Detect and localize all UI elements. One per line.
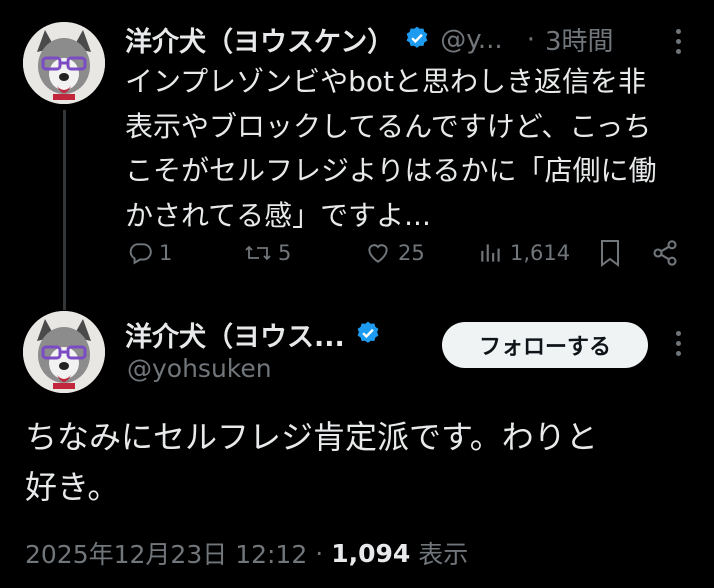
repost-count: 5 — [278, 241, 292, 265]
text-line: インプレゾンビやbotと思わしき返信を非 — [125, 65, 647, 98]
reply-action[interactable]: 1 — [127, 240, 172, 266]
text-line: 表示やブロックしてるんですけど、こっち — [125, 109, 652, 143]
verified-badge-icon — [355, 320, 381, 350]
avatar[interactable] — [23, 311, 105, 393]
repost-action[interactable]: 5 — [244, 240, 291, 266]
heart-icon — [368, 244, 388, 263]
display-name[interactable]: 洋介犬（ヨウスケン） — [125, 20, 394, 59]
view-count: 1,094 — [331, 538, 411, 568]
reply-header: 洋介犬（ヨウスケン） @y... · 3時間 — [125, 20, 614, 59]
reply-tweet-text: インプレゾンビやbotと思わしき返信を非 表示やブロックしてるんですけど、こっち… — [125, 60, 705, 238]
views-chart-icon — [481, 244, 500, 262]
text-line: ちなみにセルフレジ肯定派です。わりと — [25, 418, 598, 456]
reply-icon — [129, 243, 152, 265]
dog-avatar-icon — [23, 311, 105, 393]
more-options-icon[interactable] — [676, 29, 681, 54]
post-timestamp[interactable]: 2025年12月23日 12:12 — [25, 535, 307, 571]
like-count: 25 — [398, 241, 425, 265]
text-line: こそがセルフレジよりはるかに「店側に働 — [125, 154, 657, 187]
views-action[interactable]: 1,614 — [478, 240, 570, 266]
thread-line — [63, 110, 66, 310]
repost-icon — [245, 245, 271, 261]
view-label: 表示 — [418, 540, 469, 569]
share-icon[interactable] — [651, 239, 679, 271]
separator-dot: · — [526, 24, 535, 55]
more-options-icon[interactable] — [676, 331, 681, 356]
reply-count: 1 — [159, 241, 173, 265]
like-action[interactable]: 25 — [364, 240, 425, 266]
follow-button[interactable]: フォローする — [442, 322, 648, 368]
separator-dot: · — [315, 538, 324, 568]
text-line: かされてる感」ですよ... — [125, 198, 431, 232]
text-line: 好き。 — [25, 468, 120, 506]
dog-avatar-icon — [23, 22, 105, 104]
main-header: 洋介犬（ヨウス... — [125, 315, 381, 354]
main-tweet-text: ちなみにセルフレジ肯定派です。わりと 好き。 — [25, 412, 695, 512]
display-name[interactable]: 洋介犬（ヨウス... — [125, 315, 345, 354]
timestamp[interactable]: 3時間 — [545, 21, 614, 58]
avatar[interactable] — [23, 22, 105, 104]
verified-badge-icon — [404, 25, 430, 55]
handle[interactable]: @y... — [440, 25, 502, 55]
tweet-meta: 2025年12月23日 12:12 · 1,094 表示 — [25, 535, 468, 571]
view-count: 1,614 — [510, 241, 571, 265]
handle[interactable]: @yohsuken — [127, 354, 272, 383]
bookmark-icon[interactable] — [598, 238, 622, 272]
